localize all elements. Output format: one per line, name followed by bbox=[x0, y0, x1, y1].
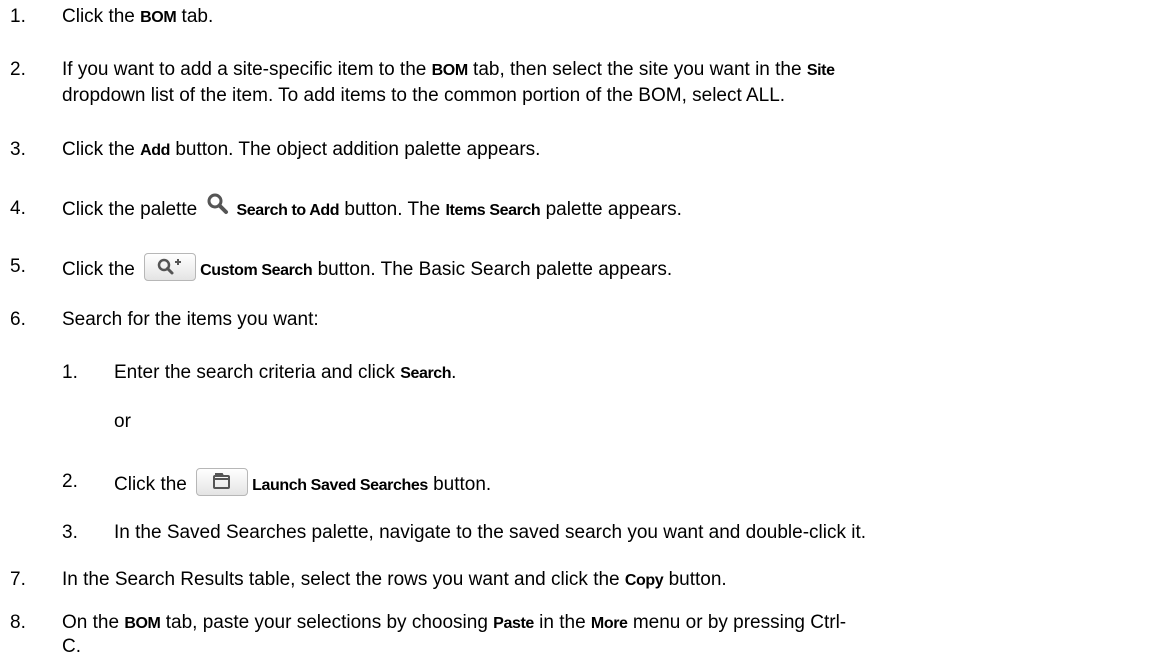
substep-text: Enter the search criteria and click Sear… bbox=[114, 362, 457, 383]
add-button-label: Add bbox=[140, 142, 171, 159]
instruction-document: 1. Click the BOM tab. 2. If you want to … bbox=[0, 0, 1174, 658]
substep-text: Click the Launch Saved Searches button. bbox=[114, 468, 491, 499]
step-text: If you want to add a site-specific item … bbox=[62, 59, 835, 80]
step-number: 5. bbox=[10, 256, 26, 277]
step-text: Click the BOM tab. bbox=[62, 6, 214, 27]
search-button-label: Search bbox=[400, 365, 452, 382]
step-number: 7. bbox=[10, 569, 26, 590]
step-number: 4. bbox=[10, 198, 26, 219]
custom-search-label: Custom Search bbox=[200, 262, 313, 280]
step-number: 1. bbox=[10, 6, 26, 27]
step-text: Click the Custom Search button. The Basi… bbox=[62, 253, 672, 284]
or-text: or bbox=[114, 411, 131, 432]
search-icon bbox=[206, 192, 230, 216]
step-number: 8. bbox=[10, 612, 26, 633]
step-number: 6. bbox=[10, 309, 26, 330]
step-number: 2. bbox=[10, 59, 26, 80]
more-menu-label: More bbox=[590, 615, 628, 632]
custom-search-button-image bbox=[144, 253, 197, 281]
step-text: Click the palette Search to Add button. … bbox=[62, 193, 682, 222]
launch-saved-searches-label: Launch Saved Searches bbox=[252, 477, 428, 495]
substep-number: 3. bbox=[62, 522, 78, 543]
search-to-add-label: Search to Add bbox=[236, 202, 340, 220]
substep-number: 1. bbox=[62, 362, 78, 383]
bom-tab-label: BOM bbox=[140, 9, 177, 26]
launch-saved-searches-button-image bbox=[196, 468, 249, 496]
step-number: 3. bbox=[10, 139, 26, 160]
step-text: In the Search Results table, select the … bbox=[62, 569, 727, 590]
site-label: Site bbox=[806, 62, 835, 79]
step-text: Click the Add button. The object additio… bbox=[62, 139, 541, 160]
step-text: On the BOM tab, paste your selections by… bbox=[62, 612, 847, 633]
step-text: Search for the items you want: bbox=[62, 309, 319, 330]
copy-button-label: Copy bbox=[624, 572, 664, 589]
step-text: dropdown list of the item. To add items … bbox=[62, 85, 786, 106]
items-search-label: Items Search bbox=[445, 202, 541, 220]
substep-number: 2. bbox=[62, 471, 78, 492]
paste-label: Paste bbox=[493, 615, 534, 632]
substep-text: In the Saved Searches palette, navigate … bbox=[114, 522, 867, 543]
step-text: C. bbox=[62, 636, 81, 657]
